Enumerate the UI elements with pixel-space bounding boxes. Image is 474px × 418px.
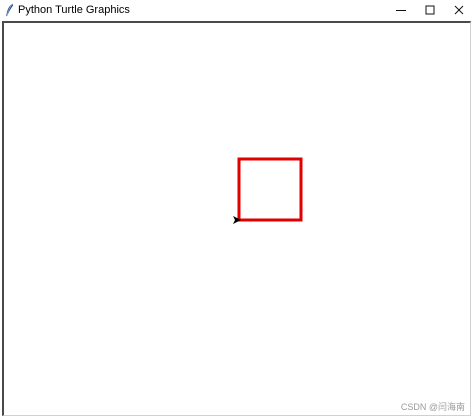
watermark: CSDN @闫海南 <box>400 402 465 412</box>
turtle-drawing <box>233 157 303 224</box>
red-square <box>237 157 303 222</box>
turtle-window: Python Turtle Graphics CSDN @闫海南 <box>0 0 474 418</box>
